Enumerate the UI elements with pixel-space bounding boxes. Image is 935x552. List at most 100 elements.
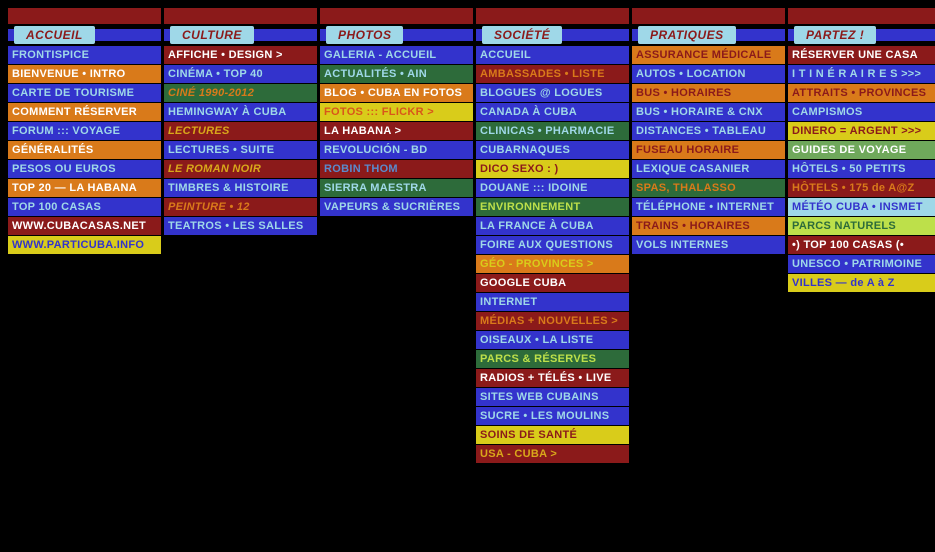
menu-item[interactable]: TOP 100 CASAS	[8, 198, 161, 216]
menu-column-1: CULTURE AFFICHE • DESIGN >CINÉMA • TOP 40…	[164, 8, 317, 464]
menu-item[interactable]: ATTRAITS • PROVINCES	[788, 84, 935, 102]
menu-item[interactable]: DICO SEXO : )	[476, 160, 629, 178]
column-header[interactable]: PHOTOS	[320, 26, 473, 44]
menu-item[interactable]: GÉNÉRALITÉS	[8, 141, 161, 159]
menu-item[interactable]: OISEAUX • LA LISTE	[476, 331, 629, 349]
column-topbar	[788, 8, 935, 24]
menu-item[interactable]: LE ROMAN NOIR	[164, 160, 317, 178]
menu-item[interactable]: RADIOS + TÉLÉS • LIVE	[476, 369, 629, 387]
header-pill: PHOTOS	[326, 26, 403, 44]
menu-item[interactable]: SIERRA MAESTRA	[320, 179, 473, 197]
menu-item[interactable]: DINERO = ARGENT >>>	[788, 122, 935, 140]
menu-item[interactable]: CINÉ 1990-2012	[164, 84, 317, 102]
menu-item[interactable]: GOOGLE CUBA	[476, 274, 629, 292]
column-header[interactable]: PRATIQUES	[632, 26, 785, 44]
menu-column-2: PHOTOS GALERIA - ACCUEILACTUALITÉS • AINB…	[320, 8, 473, 464]
menu-item[interactable]: SPAS, THALASSO	[632, 179, 785, 197]
menu-item[interactable]: SITES WEB CUBAINS	[476, 388, 629, 406]
menu-item[interactable]: LECTURES	[164, 122, 317, 140]
menu-item[interactable]: VOLS INTERNES	[632, 236, 785, 254]
menu-item[interactable]: BIENVENUE • INTRO	[8, 65, 161, 83]
menu-item[interactable]: VAPEURS & SUCRIÈRES	[320, 198, 473, 216]
menu-item[interactable]: •) TOP 100 CASAS (•	[788, 236, 935, 254]
menu-item[interactable]: GÉO - PROVINCES >	[476, 255, 629, 273]
column-topbar	[320, 8, 473, 24]
menu-grid: ACCUEIL FRONTISPICEBIENVENUE • INTROCARTE…	[8, 8, 927, 464]
menu-item[interactable]: PESOS OU EUROS	[8, 160, 161, 178]
menu-item[interactable]: CARTE DE TOURISME	[8, 84, 161, 102]
menu-item[interactable]: HEMINGWAY À CUBA	[164, 103, 317, 121]
menu-item[interactable]: TEATROS • LES SALLES	[164, 217, 317, 235]
menu-item[interactable]: TRAINS • HORAIRES	[632, 217, 785, 235]
menu-column-5: PARTEZ ! RÉSERVER UNE CASAI T I N É R A I…	[788, 8, 935, 464]
column-topbar	[8, 8, 161, 24]
menu-column-4: PRATIQUES ASSURANCE MÉDICALEAUTOS • LOCAT…	[632, 8, 785, 464]
menu-item[interactable]: PEINTURE • 12	[164, 198, 317, 216]
menu-item[interactable]: USA - CUBA >	[476, 445, 629, 463]
menu-item[interactable]: AFFICHE • DESIGN >	[164, 46, 317, 64]
menu-item[interactable]: LA HABANA >	[320, 122, 473, 140]
header-pill: PRATIQUES	[638, 26, 736, 44]
menu-item[interactable]: RÉSERVER UNE CASA	[788, 46, 935, 64]
menu-item[interactable]: CUBARNAQUES	[476, 141, 629, 159]
menu-item[interactable]: BLOG • CUBA EN FOTOS	[320, 84, 473, 102]
header-pill: CULTURE	[170, 26, 254, 44]
menu-item[interactable]: CLINICAS • PHARMACIE	[476, 122, 629, 140]
menu-item[interactable]: LEXIQUE CASANIER	[632, 160, 785, 178]
menu-item[interactable]: TIMBRES & HISTOIRE	[164, 179, 317, 197]
header-pill: PARTEZ !	[794, 26, 876, 44]
menu-item[interactable]: WWW.CUBACASAS.NET	[8, 217, 161, 235]
menu-item[interactable]: INTERNET	[476, 293, 629, 311]
menu-item[interactable]: ROBIN THOM	[320, 160, 473, 178]
column-topbar	[632, 8, 785, 24]
menu-item[interactable]: LA FRANCE À CUBA	[476, 217, 629, 235]
menu-item[interactable]: AUTOS • LOCATION	[632, 65, 785, 83]
menu-item[interactable]: TOP 20 — LA HABANA	[8, 179, 161, 197]
column-topbar	[476, 8, 629, 24]
menu-column-0: ACCUEIL FRONTISPICEBIENVENUE • INTROCARTE…	[8, 8, 161, 464]
menu-item[interactable]: I T I N É R A I R E S >>>	[788, 65, 935, 83]
menu-item[interactable]: HÔTELS • 50 PETITS	[788, 160, 935, 178]
menu-item[interactable]: DISTANCES • TABLEAU	[632, 122, 785, 140]
menu-item[interactable]: HÔTELS • 175 de A@Z	[788, 179, 935, 197]
column-header[interactable]: PARTEZ !	[788, 26, 935, 44]
menu-item[interactable]: FUSEAU HORAIRE	[632, 141, 785, 159]
menu-item[interactable]: FORUM ::: VOYAGE	[8, 122, 161, 140]
menu-item[interactable]: ACTUALITÉS • AIN	[320, 65, 473, 83]
column-header[interactable]: CULTURE	[164, 26, 317, 44]
menu-item[interactable]: PARCS & RÉSERVES	[476, 350, 629, 368]
menu-item[interactable]: VILLES — de A à Z	[788, 274, 935, 292]
menu-item[interactable]: SUCRE • LES MOULINS	[476, 407, 629, 425]
column-topbar	[164, 8, 317, 24]
menu-item[interactable]: FOIRE AUX QUESTIONS	[476, 236, 629, 254]
menu-item[interactable]: UNESCO • PATRIMOINE	[788, 255, 935, 273]
menu-item[interactable]: WWW.PARTICUBA.INFO	[8, 236, 161, 254]
menu-item[interactable]: BUS • HORAIRES	[632, 84, 785, 102]
header-pill: ACCUEIL	[14, 26, 95, 44]
menu-item[interactable]: GUIDES DE VOYAGE	[788, 141, 935, 159]
menu-item[interactable]: MÉDIAS + NOUVELLES >	[476, 312, 629, 330]
menu-item[interactable]: REVOLUCIÓN - BD	[320, 141, 473, 159]
menu-item[interactable]: COMMENT RÉSERVER	[8, 103, 161, 121]
menu-item[interactable]: LECTURES • SUITE	[164, 141, 317, 159]
menu-item[interactable]: BLOGUES @ LOGUES	[476, 84, 629, 102]
menu-item[interactable]: FRONTISPICE	[8, 46, 161, 64]
menu-item[interactable]: CINÉMA • TOP 40	[164, 65, 317, 83]
menu-item[interactable]: ASSURANCE MÉDICALE	[632, 46, 785, 64]
header-pill: SOCIÉTÉ	[482, 26, 562, 44]
menu-item[interactable]: PARCS NATURELS	[788, 217, 935, 235]
column-header[interactable]: ACCUEIL	[8, 26, 161, 44]
menu-item[interactable]: FOTOS ::: FLICKR >	[320, 103, 473, 121]
menu-item[interactable]: MÉTÉO CUBA • INSMET	[788, 198, 935, 216]
menu-item[interactable]: BUS • HORAIRE & CNX	[632, 103, 785, 121]
menu-item[interactable]: ENVIRONNEMENT	[476, 198, 629, 216]
menu-item[interactable]: AMBASSADES • LISTE	[476, 65, 629, 83]
menu-item[interactable]: DOUANE ::: IDOINE	[476, 179, 629, 197]
menu-item[interactable]: SOINS DE SANTÉ	[476, 426, 629, 444]
menu-item[interactable]: TÉLÉPHONE • INTERNET	[632, 198, 785, 216]
column-header[interactable]: SOCIÉTÉ	[476, 26, 629, 44]
menu-item[interactable]: CANADA À CUBA	[476, 103, 629, 121]
menu-item[interactable]: GALERIA - ACCUEIL	[320, 46, 473, 64]
menu-item[interactable]: CAMPISMOS	[788, 103, 935, 121]
menu-item[interactable]: ACCUEIL	[476, 46, 629, 64]
